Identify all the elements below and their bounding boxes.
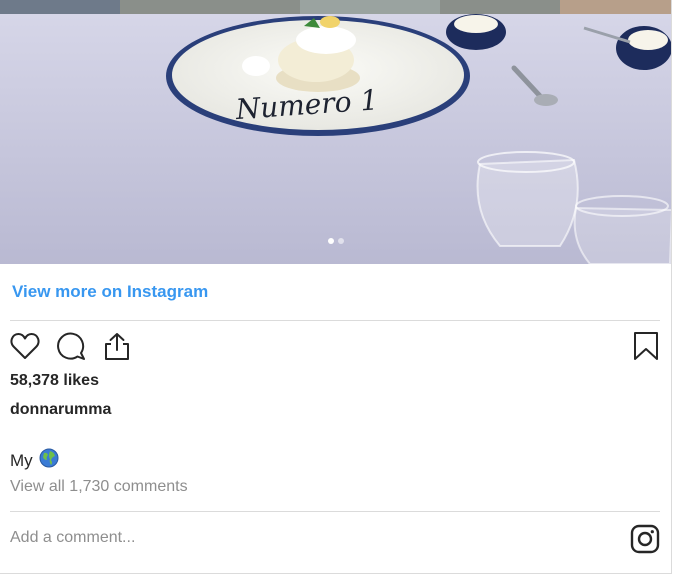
carousel-dot-active [328,238,334,244]
carousel-dot [338,238,344,244]
view-more-link[interactable]: View more on Instagram [12,282,208,302]
divider-bottom [10,511,660,512]
post-photo[interactable]: Numero 1 [0,0,671,264]
instagram-embed: Numero 1 View more on Instagram 58,378 l… [0,0,672,574]
caption-text: My [10,450,33,470]
photo-illustration: Numero 1 [0,0,671,264]
carousel-indicator [0,238,671,244]
bookmark-icon[interactable] [630,330,662,362]
action-bar [9,330,133,362]
username[interactable]: donnarumma [10,401,111,419]
likes-count[interactable]: 58,378 likes [10,372,99,390]
caption: My [10,448,59,473]
add-comment-input[interactable] [10,529,570,547]
share-icon[interactable] [101,330,133,362]
divider-top [10,320,660,321]
heart-icon[interactable] [9,330,41,362]
comment-bubble-icon[interactable] [55,330,87,362]
instagram-icon[interactable] [630,524,660,559]
globe-icon [39,448,59,473]
view-all-comments-link[interactable]: View all 1,730 comments [10,478,188,496]
